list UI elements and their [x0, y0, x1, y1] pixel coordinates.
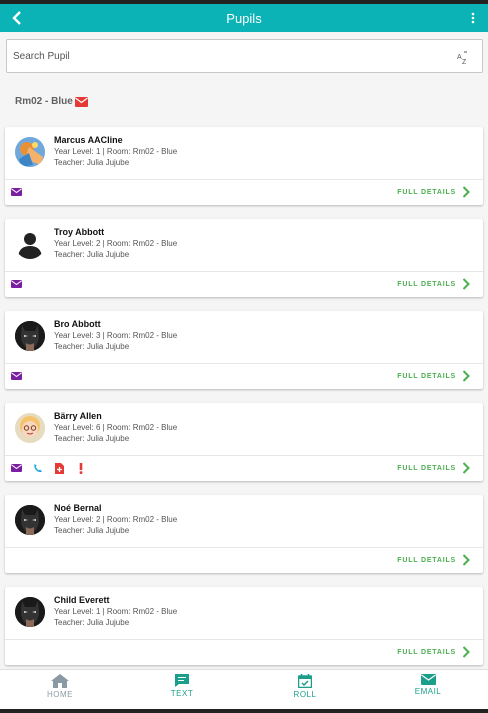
pupil-actions: FULL DETAILS	[5, 548, 483, 573]
pupil-teacher: Teacher: Julia Jujube	[54, 158, 130, 167]
avatar	[15, 505, 45, 535]
home-icon	[51, 674, 69, 688]
email-icon[interactable]	[10, 462, 22, 474]
chevron-right-icon	[462, 462, 470, 474]
chevron-right-icon	[462, 278, 470, 290]
search-input[interactable]	[13, 50, 433, 62]
pupil-card-header[interactable]: Bärry Allen Year Level: 6 | Room: Rm02 -…	[5, 403, 483, 455]
pupil-card-header[interactable]: Child Everett Year Level: 1 | Room: Rm02…	[5, 587, 483, 639]
pupil-actions: FULL DETAILS	[5, 640, 483, 665]
pupil-actions: FULL DETAILS	[5, 272, 483, 297]
pupil-card-header[interactable]: Bro Abbott Year Level: 3 | Room: Rm02 - …	[5, 311, 483, 363]
alert-icon[interactable]	[75, 462, 87, 474]
email-icon[interactable]	[10, 186, 22, 198]
pupil-name: Noé Bernal	[54, 503, 102, 513]
email-icon[interactable]	[10, 278, 22, 290]
pupil-teacher: Teacher: Julia Jujube	[54, 342, 130, 351]
medical-document-icon[interactable]	[53, 462, 65, 474]
pupil-card: Bärry Allen Year Level: 6 | Room: Rm02 -…	[5, 403, 483, 481]
group-label: Rm02 - Blue	[15, 96, 73, 107]
pupil-actions: FULL DETAILS	[5, 180, 483, 205]
avatar	[15, 597, 45, 627]
pupil-details: Year Level: 6 | Room: Rm02 - Blue	[54, 423, 178, 432]
pupil-name: Troy Abbott	[54, 227, 105, 237]
email-icon	[420, 674, 436, 685]
svg-text:Z: Z	[462, 59, 467, 66]
pupil-details: Year Level: 1 | Room: Rm02 - Blue	[54, 607, 178, 616]
pupil-actions: FULL DETAILS	[5, 364, 483, 389]
pupil-name: Bärry Allen	[54, 411, 102, 421]
group-header: Rm02 - Blue	[15, 96, 88, 107]
pupil-card: Noé Bernal Year Level: 2 | Room: Rm02 - …	[5, 495, 483, 573]
pupil-teacher: Teacher: Julia Jujube	[54, 526, 130, 535]
pupil-card-header[interactable]: Noé Bernal Year Level: 2 | Room: Rm02 - …	[5, 495, 483, 547]
bottom-navigation: HOME TEXT ROLL EMAIL	[0, 669, 488, 709]
avatar	[15, 137, 45, 167]
nav-home[interactable]: HOME	[30, 674, 90, 706]
pupil-card: Troy Abbott Year Level: 2 | Room: Rm02 -…	[5, 219, 483, 297]
pupil-teacher: Teacher: Julia Jujube	[54, 250, 130, 259]
pupil-details: Year Level: 3 | Room: Rm02 - Blue	[54, 331, 178, 340]
phone-icon[interactable]	[32, 462, 44, 474]
pupil-teacher: Teacher: Julia Jujube	[54, 618, 130, 627]
message-icon	[175, 674, 189, 687]
full-details-button[interactable]: FULL DETAILS	[397, 278, 470, 290]
full-details-label: FULL DETAILS	[397, 556, 456, 564]
chevron-right-icon	[462, 554, 470, 566]
pupil-name: Marcus AACline	[54, 135, 123, 145]
full-details-button[interactable]: FULL DETAILS	[397, 462, 470, 474]
chevron-right-icon	[462, 186, 470, 198]
chevron-right-icon	[462, 646, 470, 658]
avatar	[15, 229, 45, 259]
pupil-card: Marcus AACline Year Level: 1 | Room: Rm0…	[5, 127, 483, 205]
nav-roll-label: ROLL	[293, 690, 317, 699]
chevron-right-icon	[462, 370, 470, 382]
email-icon[interactable]	[10, 370, 22, 382]
page-title: Pupils	[226, 10, 262, 26]
full-details-label: FULL DETAILS	[397, 280, 456, 288]
full-details-label: FULL DETAILS	[397, 372, 456, 380]
pupil-teacher: Teacher: Julia Jujube	[54, 434, 130, 443]
app-bar: Pupils	[0, 4, 488, 32]
pupil-card: Child Everett Year Level: 1 | Room: Rm02…	[5, 587, 483, 665]
pupil-name: Child Everett	[54, 595, 110, 605]
nav-email-label: EMAIL	[414, 687, 442, 696]
nav-roll[interactable]: ROLL	[275, 674, 335, 706]
nav-home-label: HOME	[47, 690, 73, 699]
full-details-button[interactable]: FULL DETAILS	[397, 370, 470, 382]
back-arrow-icon[interactable]	[8, 8, 26, 28]
full-details-label: FULL DETAILS	[397, 464, 456, 472]
full-details-button[interactable]: FULL DETAILS	[397, 646, 470, 658]
pupil-details: Year Level: 1 | Room: Rm02 - Blue	[54, 147, 178, 156]
search-bar: A Z	[6, 39, 483, 73]
sort-az-icon[interactable]: A Z	[456, 50, 472, 66]
pupil-actions: FULL DETAILS	[5, 456, 483, 481]
more-vert-icon[interactable]	[468, 9, 478, 27]
calendar-check-icon	[298, 674, 312, 688]
nav-text-label: TEXT	[170, 689, 194, 698]
full-details-button[interactable]: FULL DETAILS	[397, 186, 470, 198]
nav-text[interactable]: TEXT	[152, 674, 212, 706]
group-email-icon[interactable]	[74, 96, 88, 107]
pupil-card-header[interactable]: Marcus AACline Year Level: 1 | Room: Rm0…	[5, 127, 483, 179]
system-nav-bar	[0, 709, 488, 713]
full-details-button[interactable]: FULL DETAILS	[397, 554, 470, 566]
nav-email[interactable]: EMAIL	[398, 674, 458, 706]
pupil-details: Year Level: 2 | Room: Rm02 - Blue	[54, 239, 178, 248]
pupil-card: Bro Abbott Year Level: 3 | Room: Rm02 - …	[5, 311, 483, 389]
avatar	[15, 321, 45, 351]
pupil-name: Bro Abbott	[54, 319, 101, 329]
pupil-details: Year Level: 2 | Room: Rm02 - Blue	[54, 515, 178, 524]
pupil-card-header[interactable]: Troy Abbott Year Level: 2 | Room: Rm02 -…	[5, 219, 483, 271]
full-details-label: FULL DETAILS	[397, 188, 456, 196]
full-details-label: FULL DETAILS	[397, 648, 456, 656]
avatar	[15, 413, 45, 443]
